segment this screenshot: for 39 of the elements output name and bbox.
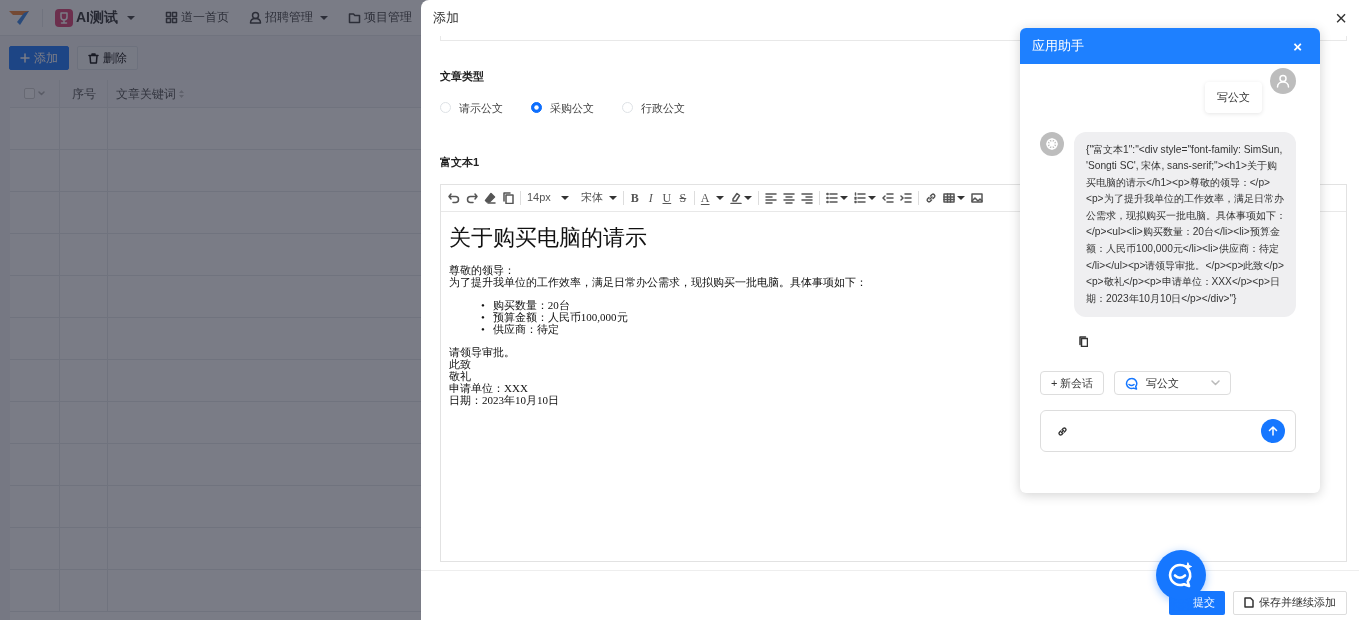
italic-button[interactable]: I bbox=[645, 191, 656, 204]
list-bullet: • bbox=[481, 298, 485, 311]
list-bullet: • bbox=[481, 310, 485, 323]
list-item: 购买数量：20台 bbox=[492, 298, 570, 311]
document-paragraph: 尊敬的领导： bbox=[449, 263, 515, 276]
column-header: 文章关键词 bbox=[116, 85, 176, 103]
document-paragraph: 此致 bbox=[449, 357, 471, 370]
delete-button[interactable]: 删除 bbox=[77, 46, 138, 70]
drawer-title: 添加 bbox=[433, 9, 459, 28]
font-size-select[interactable]: 14px bbox=[527, 192, 569, 203]
option-label: 请示公文 bbox=[459, 100, 503, 116]
message-bubble: {"富文本1":"<div style="font-family: SimSun, 'Songti SC', 宋体, sans-serif;"><h1>关于购买电脑的请示</h1><p>尊敬的领导：</p><p>为了提升我单位的工作效率，满足日常办公需求，现拟购买一批电脑。具体事项如下：</p><ul><li>购买数量：20台</li><li>预算金额：人民币100,000元</li><li>供应商：待定</li></ul><p>请领导审批。</p><p>此致</p><p>敬礼</p><p>申请单位：XXX</p><p>日期：2023年10月10日</p></div>"} bbox=[1074, 131, 1296, 318]
list-bullet: • bbox=[481, 322, 485, 335]
document-paragraph: 敬礼 bbox=[449, 369, 471, 382]
message-bubble: 写公文 bbox=[1205, 82, 1262, 113]
field-label: 富文本1 bbox=[440, 155, 480, 170]
document-paragraph: 为了提升我单位的工作效率，满足日常办公需求，现拟购买一批电脑。具体事项如下： bbox=[449, 275, 867, 288]
bold-button[interactable]: B bbox=[629, 191, 640, 204]
close-button[interactable]: × bbox=[1293, 38, 1302, 54]
document-heading: 关于购买电脑的请示 bbox=[449, 223, 647, 252]
list-item: 预算金额：人民币100,000元 bbox=[492, 310, 628, 323]
option-label: 行政公文 bbox=[641, 100, 685, 116]
underline-button[interactable]: U bbox=[661, 191, 672, 204]
font-family-select[interactable]: 宋体 bbox=[580, 192, 617, 203]
document-paragraph: 日期：2023年10月10日 bbox=[449, 393, 559, 406]
field-label: 文章类型 bbox=[440, 69, 484, 84]
document-paragraph: 请领导审批。 bbox=[449, 345, 515, 358]
option-label: 采购公文 bbox=[550, 100, 594, 116]
new-chat-button[interactable]: + 新会话 bbox=[1040, 371, 1105, 396]
font-color-button[interactable]: A bbox=[700, 191, 710, 204]
app-switcher[interactable]: AI测试 bbox=[55, 7, 135, 28]
app-select[interactable]: 写公文 bbox=[1114, 371, 1232, 396]
panel-title: 应用助手 bbox=[1032, 37, 1084, 56]
save-continue-button[interactable]: 保存并继续添加 bbox=[1233, 590, 1347, 615]
document-paragraph: 申请单位：XXX bbox=[449, 381, 528, 394]
strike-button[interactable]: S bbox=[677, 191, 688, 204]
column-header: 序号 bbox=[71, 85, 96, 103]
list-item: 供应商：待定 bbox=[492, 322, 559, 335]
close-button[interactable]: × bbox=[1335, 8, 1347, 28]
